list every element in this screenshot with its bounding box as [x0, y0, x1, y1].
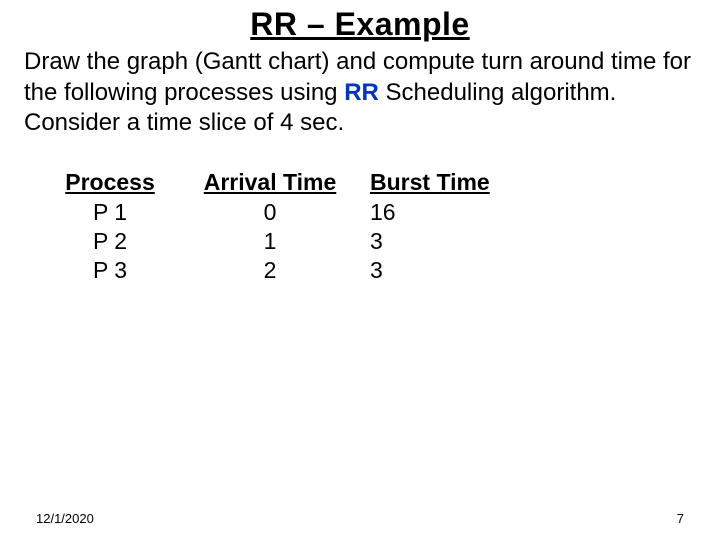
slide-body: Draw the graph (Gantt chart) and compute… [24, 47, 696, 139]
header-arrival: Arrival Time [204, 169, 337, 196]
cell-process-2: P 3 [93, 257, 127, 284]
cell-burst-2: 3 [370, 257, 383, 284]
cell-process-1: P 2 [93, 228, 127, 255]
col-process: Process P 1 P 2 P 3 [40, 169, 180, 285]
cell-process-0: P 1 [93, 199, 127, 226]
process-table: Process P 1 P 2 P 3 Arrival Time 0 1 2 B… [40, 169, 720, 285]
slide: RR – Example Draw the graph (Gantt chart… [0, 6, 720, 540]
cell-arrival-2: 2 [264, 257, 277, 284]
header-burst: Burst Time [370, 169, 490, 196]
body-text-accent: RR [344, 79, 379, 106]
footer-page-number: 7 [677, 511, 684, 526]
header-process: Process [65, 169, 155, 196]
cell-arrival-1: 1 [264, 228, 277, 255]
slide-title: RR – Example [0, 6, 720, 43]
cell-burst-1: 3 [370, 228, 383, 255]
col-burst: Burst Time 16 3 3 [360, 169, 570, 285]
col-arrival: Arrival Time 0 1 2 [180, 169, 360, 285]
cell-burst-0: 16 [370, 199, 396, 226]
footer-date: 12/1/2020 [36, 511, 94, 526]
cell-arrival-0: 0 [264, 199, 277, 226]
